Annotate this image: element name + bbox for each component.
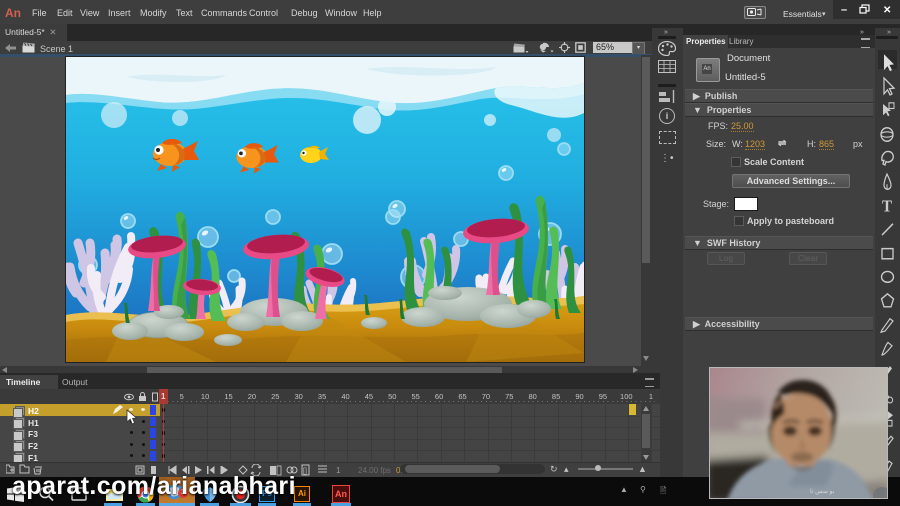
- svg-text:بو سس تا: بو سس تا: [810, 488, 835, 495]
- svg-text:[]: []: [303, 468, 307, 475]
- svg-text:24.00 fps: 24.00 fps: [358, 466, 391, 475]
- svg-text:1: 1: [336, 466, 341, 475]
- svg-text:T: T: [882, 198, 892, 216]
